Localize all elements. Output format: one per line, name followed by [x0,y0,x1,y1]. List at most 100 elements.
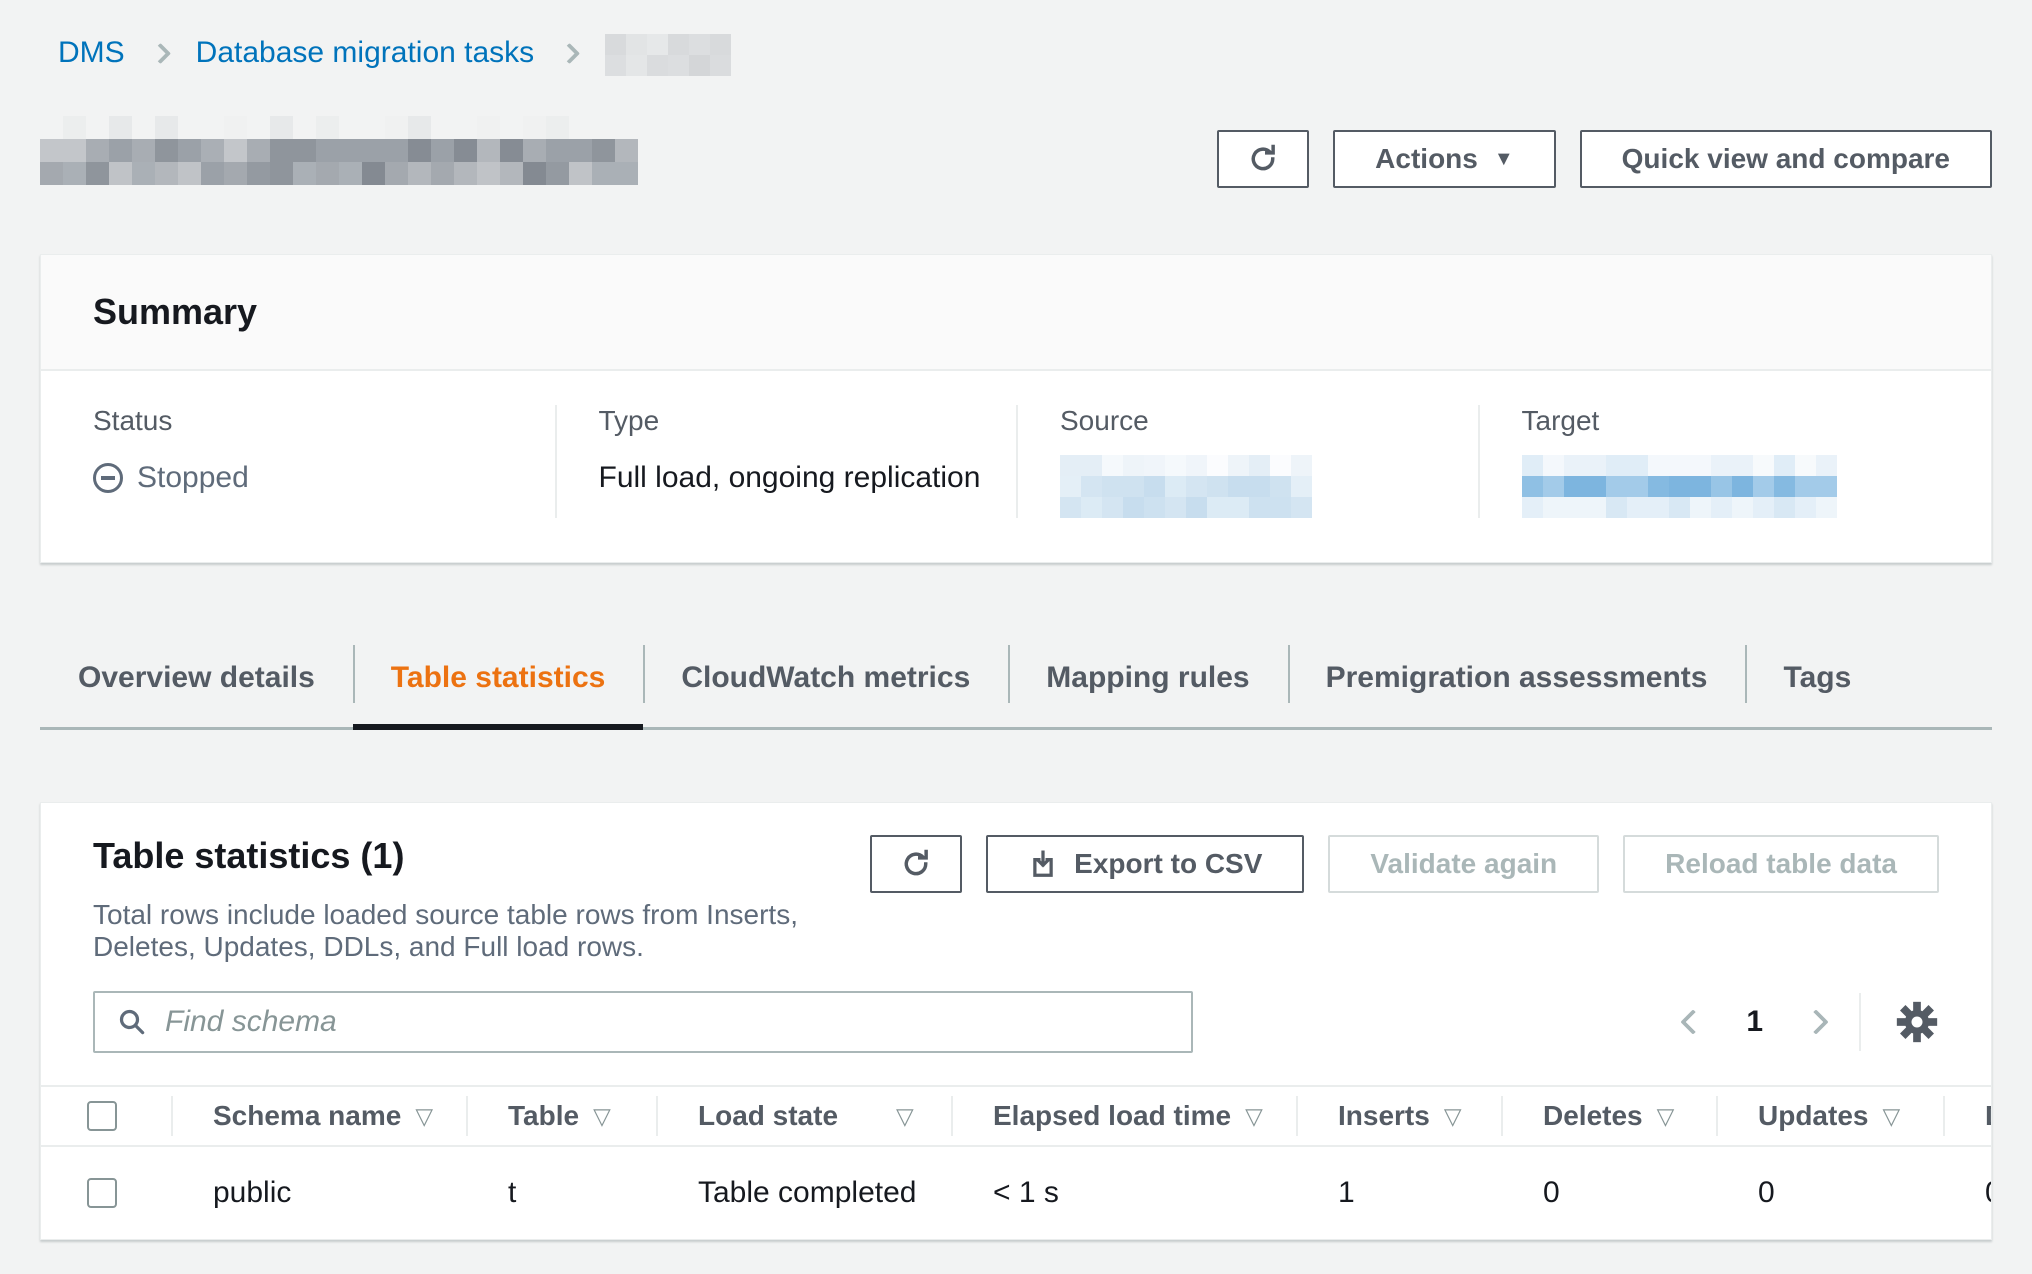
column-header-ddls[interactable]: DDLs ▽ [1943,1087,1992,1145]
pagination: 1 [1684,1005,1825,1039]
search-icon [117,1007,147,1037]
sort-icon: ▽ [1444,1103,1462,1130]
page-header: Actions ▼ Quick view and compare [40,130,1992,188]
column-label: Inserts [1338,1100,1430,1132]
cell-elapsed-load-time: < 1 s [951,1176,1296,1210]
table-header-row: Schema name ▽ Table ▽ Load state ▽ Elaps… [41,1087,1991,1145]
summary-field-target: Target [1478,405,1940,518]
cell-load-state: Table completed [656,1176,951,1210]
column-label: Schema name [213,1100,401,1132]
select-all-cell [41,1087,171,1145]
refresh-button[interactable] [1217,130,1309,188]
status-label: Status [93,405,555,437]
column-header-schema-name[interactable]: Schema name ▽ [171,1087,466,1145]
sort-icon: ▽ [896,1103,914,1130]
caret-down-icon: ▼ [1494,149,1514,169]
tab-cloudwatch-metrics[interactable]: CloudWatch metrics [643,639,1008,727]
summary-field-source: Source [1016,405,1478,518]
export-to-csv-button[interactable]: Export to CSV [986,835,1304,893]
row-checkbox[interactable] [87,1178,117,1208]
target-endpoint-link-redacted[interactable] [1522,455,1837,518]
summary-card-body: Status Stopped Type Full load, ongoing r… [41,371,1991,562]
source-endpoint-link-redacted[interactable] [1060,455,1312,518]
column-label: Load state [698,1100,838,1132]
refresh-icon [1247,143,1279,175]
breadcrumb-link-dms[interactable]: DMS [58,36,125,70]
column-label: Elapsed load time [993,1100,1231,1132]
breadcrumb-chevron-icon [150,42,171,63]
table-statistics-header: Table statistics (1) Total rows include … [41,803,1991,963]
cell-ddls: 0 [1943,1176,1992,1210]
quick-view-compare-label: Quick view and compare [1622,143,1950,175]
table-refresh-button[interactable] [870,835,962,893]
page: DMS Database migration tasks Actions ▼ [0,0,2032,1240]
tab-mapping-rules[interactable]: Mapping rules [1008,639,1287,727]
cell-updates: 0 [1716,1176,1943,1210]
page-title-redacted [40,116,638,185]
table-statistics-description: Total rows include loaded source table r… [93,899,870,963]
validate-again-label: Validate again [1370,848,1557,880]
select-all-checkbox[interactable] [87,1101,117,1131]
download-icon [1028,849,1058,879]
breadcrumb: DMS Database migration tasks [58,30,1992,76]
tab-bar: Overview details Table statistics CloudW… [40,639,1992,730]
summary-card: Summary Status Stopped Type Full load, o… [40,254,1992,563]
header-actions: Actions ▼ Quick view and compare [1217,130,1992,188]
schema-search-box [93,991,1193,1053]
sort-icon: ▽ [415,1103,433,1130]
column-header-elapsed-load-time[interactable]: Elapsed load time ▽ [951,1087,1296,1145]
column-header-updates[interactable]: Updates ▽ [1716,1087,1943,1145]
actions-button[interactable]: Actions ▼ [1333,130,1555,188]
settings-button[interactable] [1895,1000,1939,1044]
sort-icon: ▽ [593,1103,611,1130]
sort-icon: ▽ [1245,1103,1263,1130]
column-label: Table [508,1100,579,1132]
summary-title: Summary [93,291,1939,333]
column-header-deletes[interactable]: Deletes ▽ [1501,1087,1716,1145]
column-header-table[interactable]: Table ▽ [466,1087,656,1145]
gear-icon [1895,1000,1939,1044]
column-label: Deletes [1543,1100,1643,1132]
source-label: Source [1060,405,1478,437]
export-to-csv-label: Export to CSV [1074,848,1262,880]
divider [1859,993,1861,1051]
status-value: Stopped [137,461,249,495]
cell-table: t [466,1176,656,1210]
tab-premigration-assessments[interactable]: Premigration assessments [1288,639,1746,727]
quick-view-compare-button[interactable]: Quick view and compare [1580,130,1992,188]
cell-schema-name: public [171,1176,466,1210]
current-page-number: 1 [1746,1005,1763,1039]
breadcrumb-chevron-icon [559,42,580,63]
tab-tags[interactable]: Tags [1745,639,1889,727]
reload-table-data-label: Reload table data [1665,848,1897,880]
tab-overview-details[interactable]: Overview details [40,639,353,727]
column-header-inserts[interactable]: Inserts ▽ [1296,1087,1501,1145]
find-schema-input[interactable] [165,1005,1169,1039]
summary-field-status: Status Stopped [93,405,555,518]
tab-table-statistics[interactable]: Table statistics [353,639,644,727]
breadcrumb-current-redacted [605,34,731,76]
row-select-cell [41,1178,171,1208]
actions-button-label: Actions [1375,143,1478,175]
next-page-icon[interactable] [1803,1009,1828,1034]
validate-again-button[interactable]: Validate again [1328,835,1599,893]
reload-table-data-button[interactable]: Reload table data [1623,835,1939,893]
type-label: Type [599,405,1017,437]
table-statistics-heading-group: Table statistics (1) Total rows include … [93,835,870,963]
table-statistics-actions: Export to CSV Validate again Reload tabl… [870,835,1939,893]
column-header-load-state[interactable]: Load state ▽ [656,1087,951,1145]
cell-inserts: 1 [1296,1176,1501,1210]
sort-icon: ▽ [1882,1103,1900,1130]
previous-page-icon[interactable] [1681,1009,1706,1034]
table-statistics-table: Schema name ▽ Table ▽ Load state ▽ Elaps… [41,1085,1991,1239]
table-statistics-panel: Table statistics (1) Total rows include … [40,802,1992,1240]
sort-icon: ▽ [1657,1103,1675,1130]
breadcrumb-link-tasks[interactable]: Database migration tasks [196,36,535,70]
column-label: Updates [1758,1100,1868,1132]
table-row: public t Table completed < 1 s 1 0 0 0 [41,1145,1991,1239]
summary-card-header: Summary [41,255,1991,371]
cell-deletes: 0 [1501,1176,1716,1210]
table-statistics-title: Table statistics (1) [93,835,870,877]
stopped-icon [93,463,123,493]
type-value: Full load, ongoing replication [599,461,981,495]
